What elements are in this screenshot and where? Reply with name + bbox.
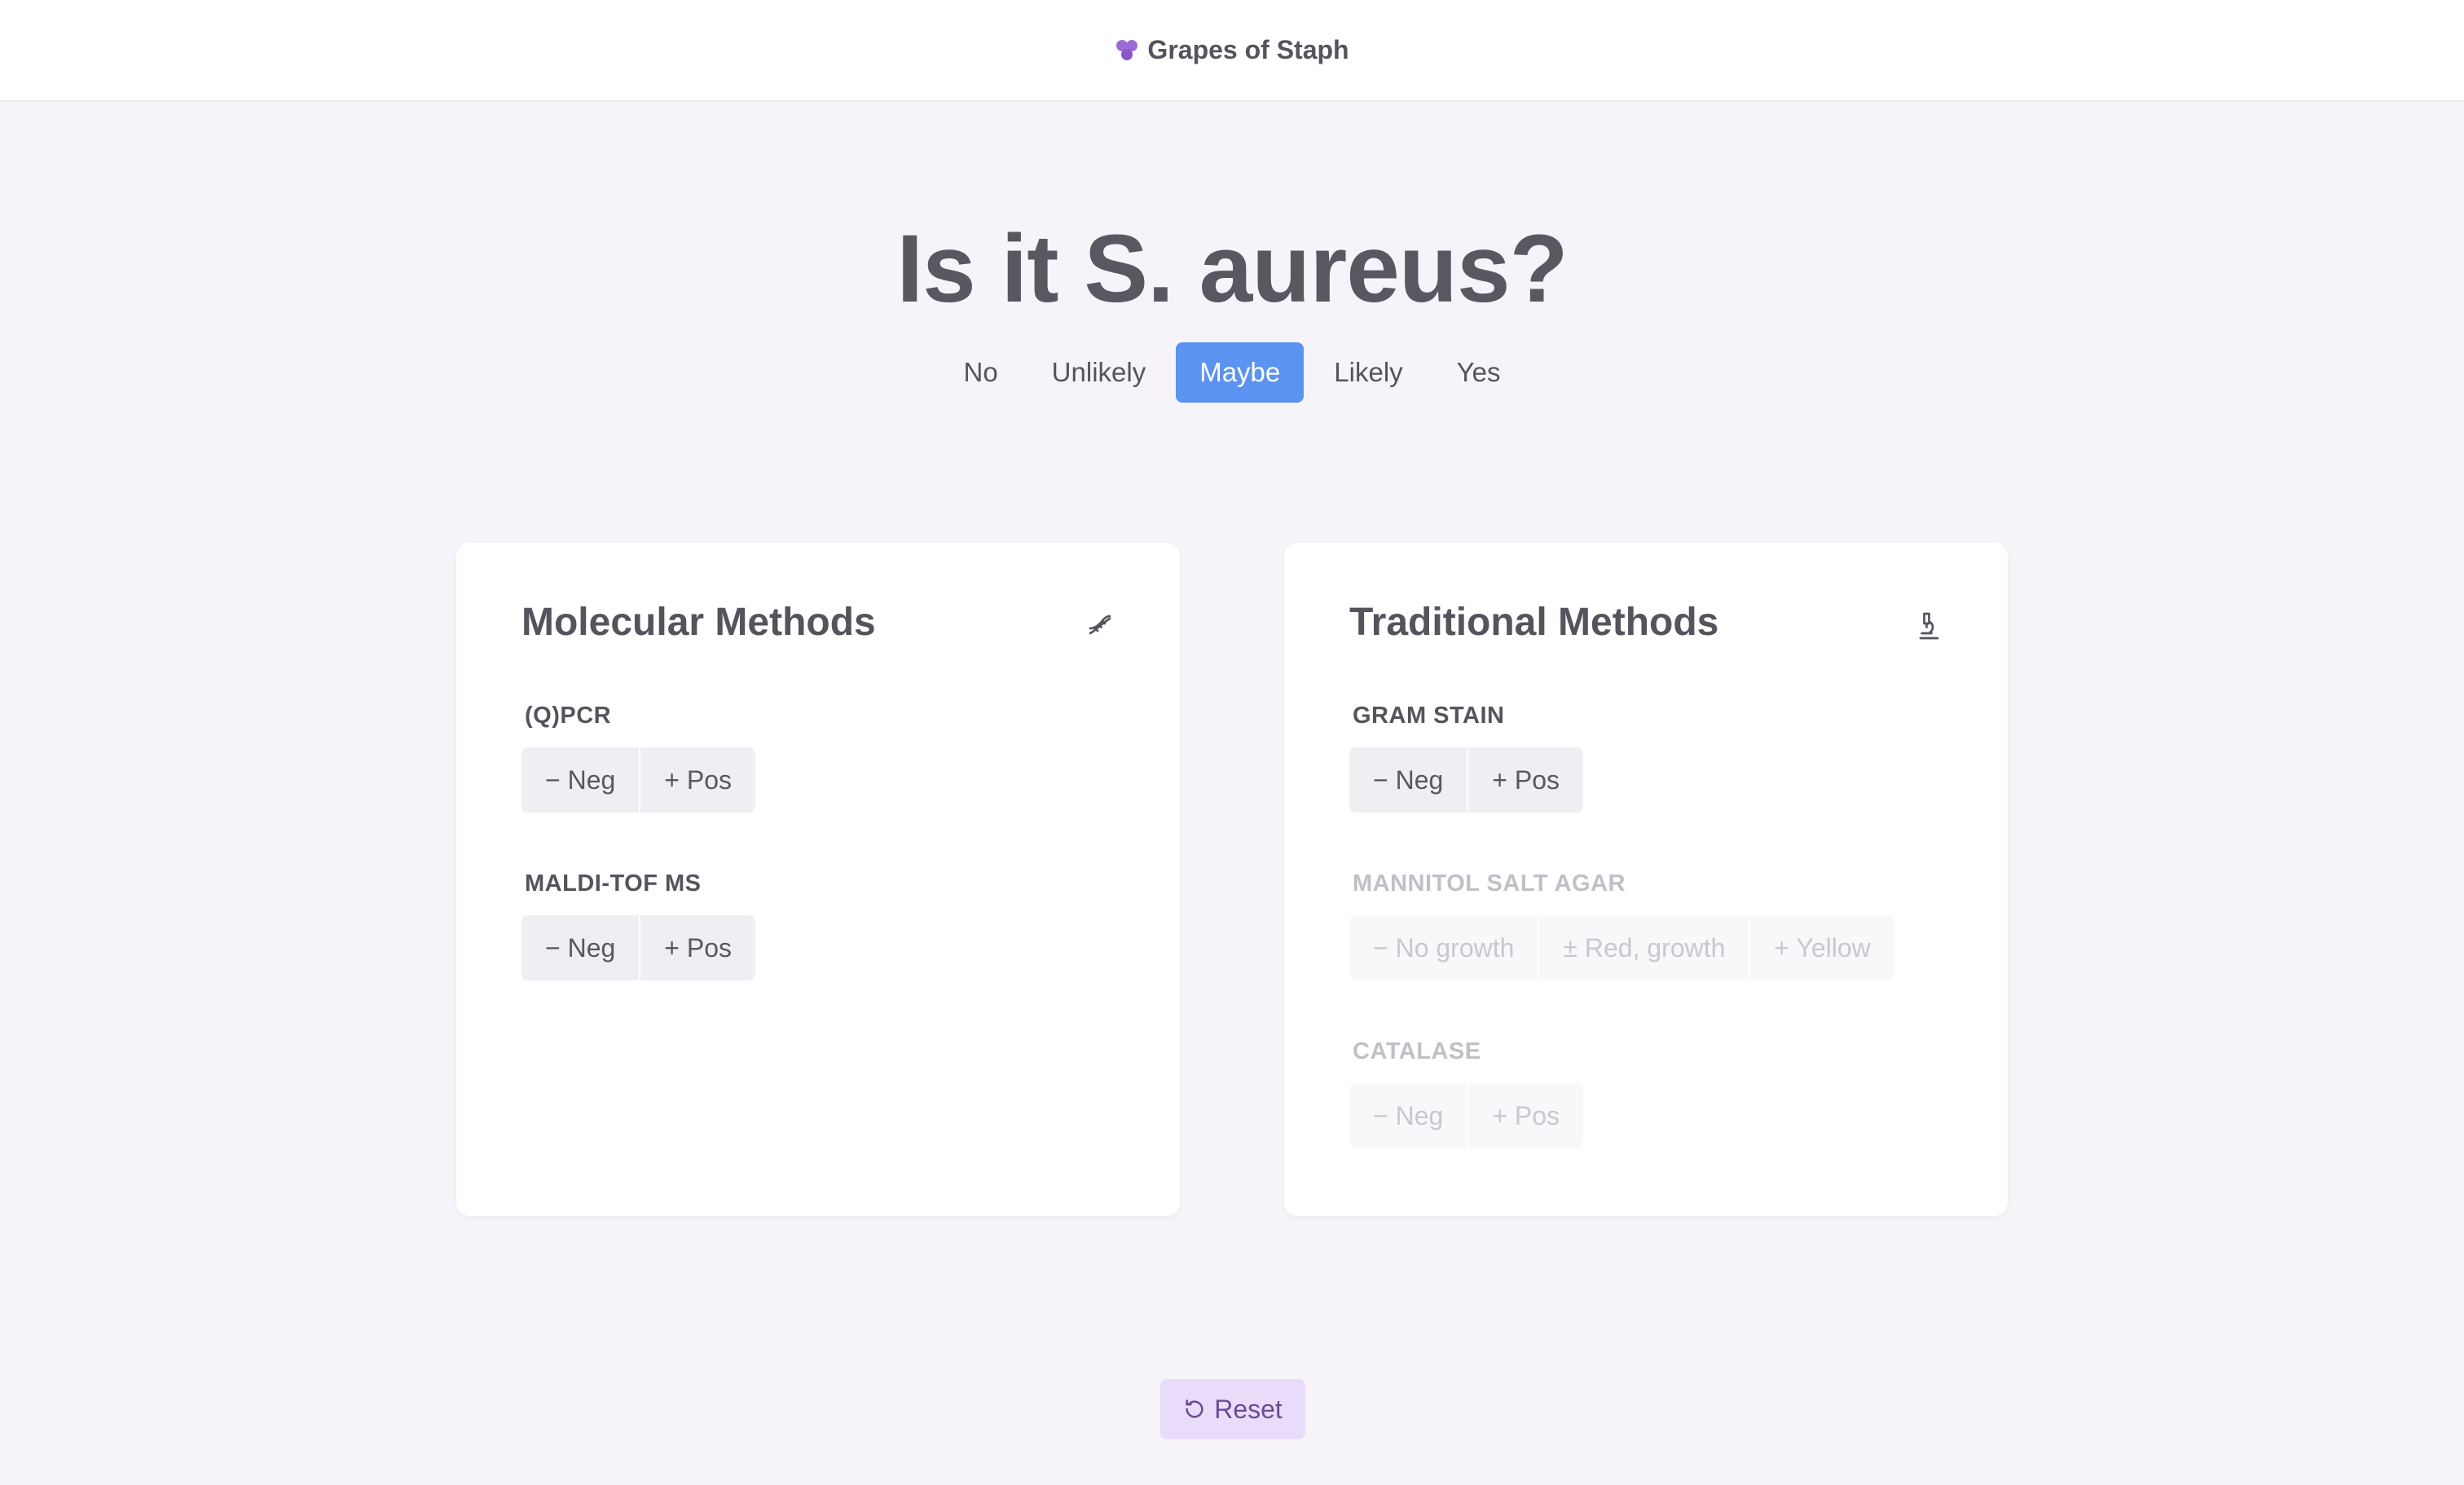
reset-button[interactable]: Reset (1160, 1379, 1305, 1439)
dna-icon (1089, 615, 1111, 635)
page-title: Is it S. aureus? (896, 215, 1568, 323)
test-gram-stain: GRAM STAIN − Neg + Pos (1349, 703, 1583, 813)
pos-button[interactable]: + Pos (1468, 1083, 1583, 1148)
neg-button[interactable]: − Neg (521, 915, 640, 980)
brand[interactable]: Grapes of Staph (1115, 35, 1349, 65)
card-title: Traditional Methods (1349, 601, 1719, 644)
likelihood-selector: No Unlikely Maybe Likely Yes (0, 342, 2464, 403)
traditional-methods-card: Traditional Methods GRAM STAIN − Neg + P… (1284, 543, 2008, 1216)
likelihood-option-maybe[interactable]: Maybe (1176, 342, 1305, 403)
microscope-icon (1919, 612, 1939, 640)
neg-button[interactable]: − Neg (521, 747, 640, 813)
test-label: MALDI-TOF MS (525, 870, 702, 897)
reset-label: Reset (1214, 1394, 1283, 1424)
reset-icon (1186, 1399, 1203, 1418)
test-catalase: CATALASE − Neg + Pos (1349, 1038, 1583, 1148)
pos-button[interactable]: + Pos (640, 747, 755, 813)
pos-button[interactable]: + Pos (640, 915, 755, 980)
test-mannitol-salt-agar: MANNITOL SALT AGAR − No growth ± Red, gr… (1349, 870, 1894, 980)
result-toggle: − Neg + Pos (521, 915, 755, 980)
grapes-icon (1116, 39, 1138, 60)
likelihood-option-yes[interactable]: Yes (1433, 342, 1525, 403)
molecular-methods-card: Molecular Methods (Q)PCR − Neg + Pos MAL… (456, 543, 1180, 1216)
card-title: Molecular Methods (521, 601, 876, 644)
result-toggle: − Neg + Pos (1349, 1083, 1583, 1148)
no-growth-button[interactable]: − No growth (1349, 915, 1538, 980)
test-label: MANNITOL SALT AGAR (1353, 870, 1626, 897)
red-growth-button[interactable]: ± Red, growth (1539, 915, 1749, 980)
result-toggle: − Neg + Pos (1349, 747, 1583, 813)
test-maldi-tof: MALDI-TOF MS − Neg + Pos (521, 870, 755, 980)
neg-button[interactable]: − Neg (1349, 1083, 1467, 1148)
result-toggle: − Neg + Pos (521, 747, 755, 813)
pos-button[interactable]: + Pos (1468, 747, 1583, 813)
test-label: (Q)PCR (525, 703, 612, 729)
likelihood-option-no[interactable]: No (939, 342, 1021, 403)
brand-name: Grapes of Staph (1147, 35, 1349, 64)
likelihood-option-likely[interactable]: Likely (1310, 342, 1426, 403)
test-qpcr: (Q)PCR − Neg + Pos (521, 703, 755, 813)
yellow-button[interactable]: + Yellow (1750, 915, 1894, 980)
top-bar: Grapes of Staph (0, 0, 2464, 102)
test-label: CATALASE (1353, 1038, 1481, 1064)
neg-button[interactable]: − Neg (1349, 747, 1467, 813)
test-label: GRAM STAIN (1353, 703, 1505, 729)
likelihood-option-unlikely[interactable]: Unlikely (1028, 342, 1170, 403)
result-toggle: − No growth ± Red, growth + Yellow (1349, 915, 1894, 980)
